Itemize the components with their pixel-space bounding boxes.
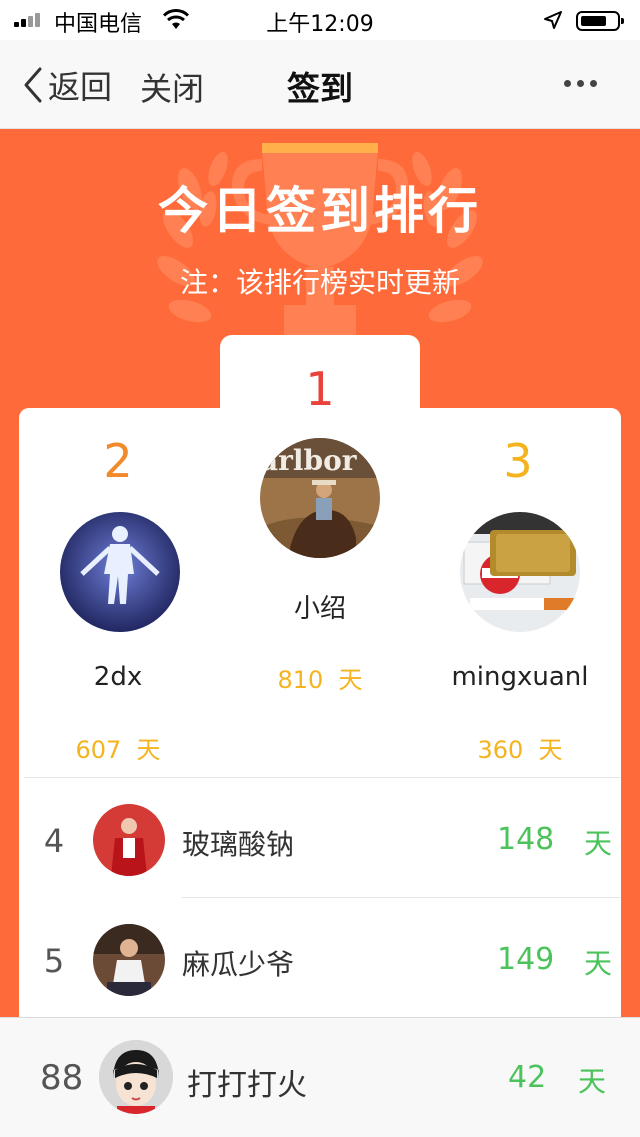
my-user-name: 打打打火 [187, 1068, 307, 1103]
more-dot-icon [590, 80, 597, 87]
banner-note: 注：该排行榜实时更新 [179, 266, 460, 299]
days-unit: 天 [338, 666, 363, 694]
user-name: 玻璃酸钠 [182, 828, 295, 861]
rank-3-number: 3 [503, 434, 533, 488]
rank-3-days: 360 天 [420, 730, 620, 765]
avatar[interactable] [99, 1040, 173, 1114]
days-unit: 天 [584, 947, 613, 980]
cartoon-avatar-image [99, 1040, 173, 1114]
rank-2-name: 2dx [93, 662, 143, 692]
days-unit: 天 [136, 736, 161, 764]
divider [182, 897, 620, 898]
list-item[interactable]: 5 麻瓜少爷 149 天 [19, 900, 621, 1020]
my-rank-number: 88 [40, 1058, 84, 1098]
glowing-figure-avatar-image [60, 512, 180, 632]
page-title: 签到 [287, 69, 353, 108]
rank-1-name: 小绍 [293, 594, 346, 624]
rank-number: 5 [43, 942, 65, 980]
avatar[interactable] [60, 512, 180, 632]
cowboy-avatar-image: arlbor [260, 438, 380, 558]
more-options-button[interactable] [564, 80, 597, 87]
red-jacket-avatar-image [93, 804, 165, 876]
rank-2-number: 2 [103, 434, 133, 488]
user-name: 麻瓜少爷 [182, 948, 295, 981]
days-value: 149 [497, 942, 555, 977]
my-ranking-bar[interactable]: 88 打打打火 42 天 [0, 1017, 640, 1137]
man-sitting-avatar-image [93, 924, 165, 996]
rank-2-days: 607 天 [18, 730, 218, 765]
days-unit: 天 [538, 736, 563, 764]
days-unit: 天 [584, 827, 613, 860]
rank-1-number: 1 [305, 362, 335, 416]
lighter-avatar-image [460, 512, 580, 632]
avatar[interactable] [460, 512, 580, 632]
rank-3-name: mingxuanl [451, 662, 589, 692]
days-value: 148 [497, 822, 555, 857]
days-value: 607 [75, 736, 122, 764]
banner-title: 今日签到排行 [158, 182, 482, 240]
days-value: 810 [277, 666, 324, 694]
rank-1-days: 810 天 [220, 660, 420, 695]
rank-number: 4 [43, 822, 65, 860]
avatar[interactable] [93, 924, 165, 996]
avatar[interactable]: arlbor [260, 438, 380, 558]
list-item[interactable]: 4 玻璃酸钠 148 天 [19, 780, 621, 900]
trophy-laurel-icon [157, 143, 483, 339]
status-bar: 中国电信 上午12:09 [0, 0, 640, 40]
navigation-bar: 返回 关闭 签到 [0, 40, 640, 129]
my-days-unit: 天 [578, 1065, 607, 1098]
more-dot-icon [577, 80, 584, 87]
more-dot-icon [564, 80, 571, 87]
days-value: 360 [477, 736, 524, 764]
avatar[interactable] [93, 804, 165, 876]
divider [24, 777, 620, 778]
my-days-value: 42 [508, 1060, 547, 1095]
location-arrow-icon [544, 11, 562, 29]
battery-icon [576, 11, 624, 31]
